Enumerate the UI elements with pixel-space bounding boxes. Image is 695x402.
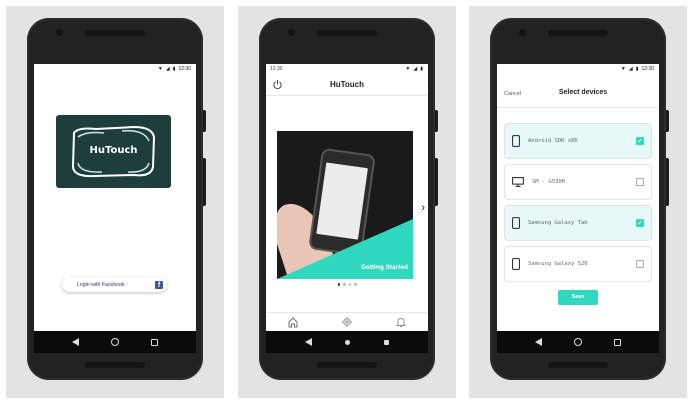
phone-icon [512,135,520,147]
status-bar: ▼ ◢ ▮ 12:30 [34,64,196,74]
front-camera [288,29,295,36]
device-checkbox[interactable]: ✓ [636,137,644,145]
wifi-icon: ▼ [620,66,626,72]
speaker-grille [548,30,608,36]
phone-frame: ▼ ◢ ▮ 12:30 Cancel Select devices Androi… [490,18,669,380]
wifi-icon: ▼ [157,66,163,72]
front-camera [56,29,63,36]
status-bar: 12:30 ▼ ◢ ▮ [266,64,428,74]
bottom-speaker [85,362,145,368]
device-row-0[interactable]: Android SDK x86 ✓ [505,124,651,158]
volume-button [203,158,206,206]
bottom-speaker [548,362,608,368]
screenshot-panel-home: 12:30 ▼ ◢ ▮ HuTouch Getting Started › [238,6,456,398]
device-name: SM - G530H [532,179,566,185]
status-time: 12:30 [641,66,654,72]
nav-back-icon[interactable] [535,338,542,346]
device-name: Samsung Galaxy S20 [528,261,588,267]
battery-icon: ▮ [172,66,176,72]
screenshot-panel-login: ▼ ◢ ▮ 12:30 HuTouch Login with Facebook … [6,6,224,398]
app-title: HuTouch [329,80,365,89]
bottom-speaker [317,362,377,368]
device-checkbox[interactable] [636,178,644,186]
battery-icon: ▮ [420,66,423,72]
front-camera [519,29,526,36]
status-bar: ▼ ◢ ▮ 12:30 [497,64,659,74]
facebook-login-label: Login with Facebook [77,281,125,288]
phone-icon [512,217,520,229]
select-devices-screen: ▼ ◢ ▮ 12:30 Cancel Select devices Androi… [497,64,659,353]
pager-dot[interactable] [348,283,351,286]
bell-icon[interactable] [395,316,407,328]
status-time: 12:30 [270,66,283,72]
save-button[interactable]: Save [558,290,598,305]
getting-started-card[interactable]: Getting Started [277,131,413,279]
nav-recent-icon[interactable] [614,338,621,346]
device-checkbox[interactable]: ✓ [636,219,644,227]
pager-dot[interactable] [354,283,357,286]
nav-home-icon[interactable] [345,339,351,345]
bottom-tab-bar [266,312,428,331]
screenshot-panel-devices: ▼ ◢ ▮ 12:30 Cancel Select devices Androi… [469,6,687,398]
app-header: HuTouch [266,74,428,96]
device-row-1[interactable]: SM - G530H [505,165,651,199]
hero-caption: Getting Started [361,264,408,271]
nav-home-icon[interactable] [111,338,119,346]
nav-back-icon[interactable] [304,338,312,346]
select-devices-header: Cancel Select devices [497,74,659,108]
battery-icon: ▮ [635,66,639,72]
logo-text: HuTouch [89,145,138,156]
nav-recent-icon[interactable] [151,338,158,346]
pager-dots [266,283,428,286]
android-nav-bar [266,331,428,353]
phone-frame: 12:30 ▼ ◢ ▮ HuTouch Getting Started › [259,18,438,380]
home-icon[interactable] [287,316,299,328]
next-chevron-icon[interactable]: › [421,202,425,214]
volume-button [435,158,438,206]
pager-dot[interactable] [337,283,340,286]
speaker-grille [317,30,377,36]
monitor-icon [512,177,524,187]
android-nav-bar [34,331,196,353]
facebook-login-button[interactable]: Login with Facebook f [62,277,167,292]
nav-back-icon[interactable] [72,338,79,346]
gear-icon[interactable] [341,316,353,328]
nav-home-icon[interactable] [574,338,582,346]
device-checkbox[interactable] [636,260,644,268]
signal-icon: ◢ [413,66,418,72]
signal-icon: ◢ [165,66,170,72]
wifi-icon: ▼ [405,66,411,72]
hutouch-logo: HuTouch [56,115,171,188]
login-screen: ▼ ◢ ▮ 12:30 HuTouch Login with Facebook … [34,64,196,353]
power-button [435,110,438,132]
volume-button [666,158,669,206]
power-button [666,110,669,132]
facebook-icon: f [155,280,163,289]
speaker-grille [85,30,145,36]
android-nav-bar [497,331,659,353]
device-name: Samsung Galaxy Tab [528,220,588,226]
select-devices-title: Select devices [558,89,608,96]
power-button [203,110,206,132]
pager-dot[interactable] [343,283,346,286]
status-time: 12:30 [178,66,191,72]
device-name: Android SDK x86 [528,138,578,144]
home-screen: 12:30 ▼ ◢ ▮ HuTouch Getting Started › [266,64,428,353]
phone-icon [512,258,520,270]
device-row-2[interactable]: Samsung Galaxy Tab ✓ [505,206,651,240]
nav-recent-icon[interactable] [384,339,390,345]
signal-icon: ◢ [628,66,633,72]
device-row-3[interactable]: Samsung Galaxy S20 [505,247,651,281]
phone-frame: ▼ ◢ ▮ 12:30 HuTouch Login with Facebook … [27,18,206,380]
